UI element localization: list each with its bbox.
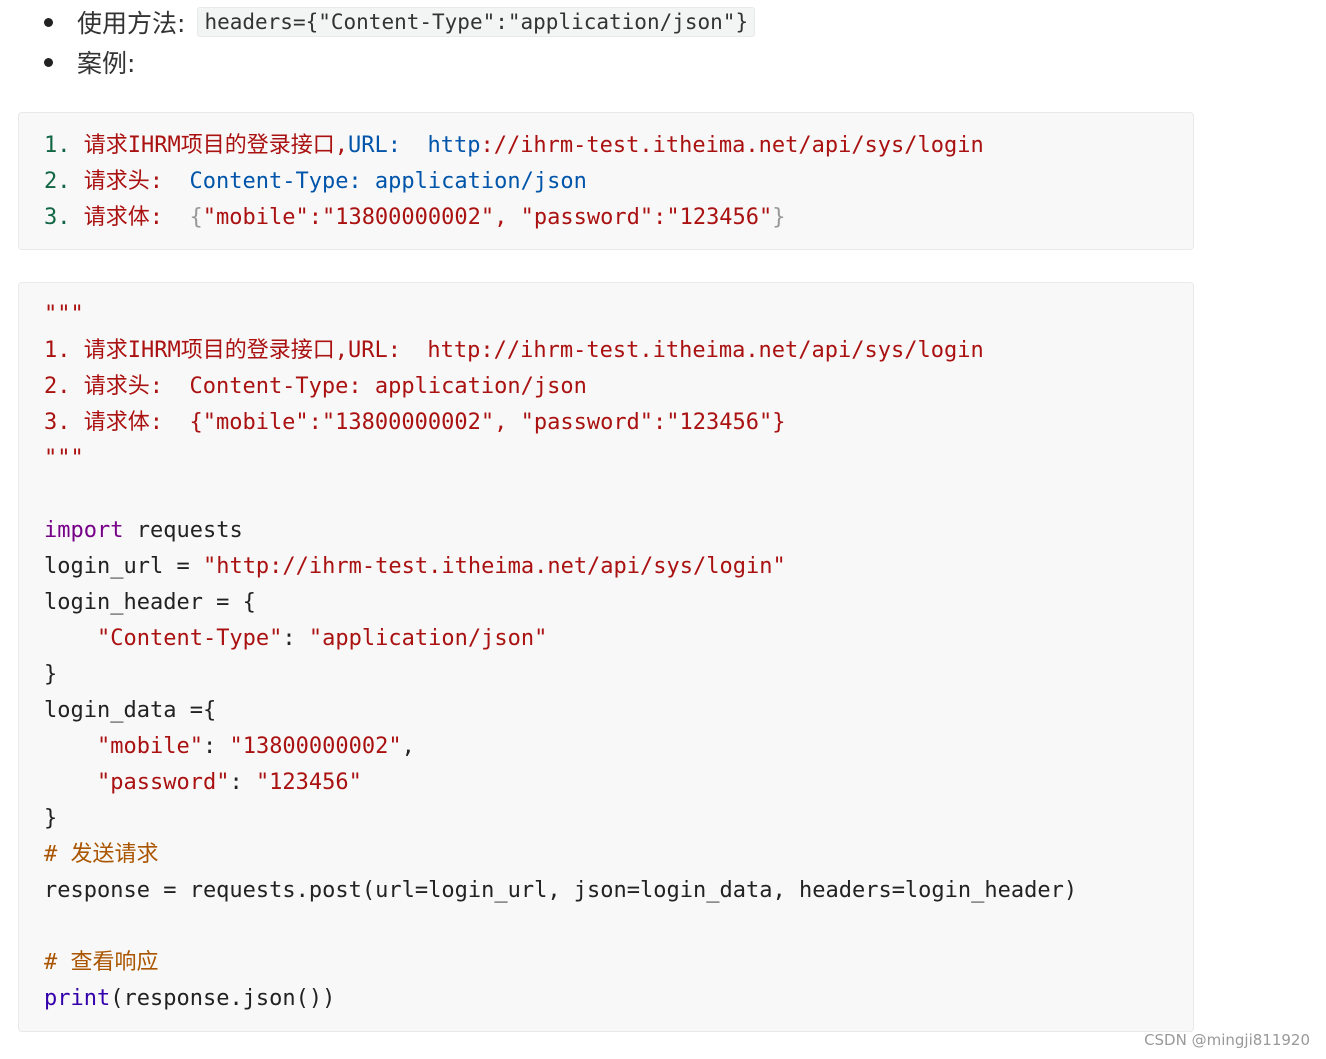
- code-line: 1. 请求IHRM项目的登录接口,URL: http://ihrm-test.i…: [44, 128, 984, 164]
- code-token: response = requests.post(url=login_url, …: [44, 878, 1078, 903]
- code-token: 2. 请求头: Content-Type: application/json: [44, 374, 587, 399]
- bullet-label-usage: 使用方法:: [77, 9, 186, 38]
- code-token: requests: [123, 518, 243, 543]
- bullet-label-example: 案例:: [77, 49, 136, 78]
- code-token: }: [44, 806, 58, 831]
- bullet-item-usage: 使用方法: headers={"Content-Type":"applicati…: [44, 2, 756, 42]
- code-token: 3.: [44, 205, 84, 230]
- code-token: URL:: [347, 133, 415, 158]
- code-token: Content-Type: application/json: [176, 169, 587, 194]
- code-token: 1.: [44, 133, 84, 158]
- code-token: 2.: [44, 169, 84, 194]
- code-line: login_data ={: [44, 693, 216, 729]
- code-token: 请求IHRM项目的登录接口,: [83, 133, 348, 158]
- bullet-item-example: 案例:: [44, 42, 135, 82]
- bullet-dot-icon: [44, 17, 53, 27]
- inline-code-headers: headers={"Content-Type":"application/jso…: [197, 7, 756, 37]
- code-line: print(response.json()): [44, 981, 335, 1017]
- code-line: 2. 请求头: Content-Type: application/json: [44, 164, 587, 200]
- code-token: "mobile":"13800000002", "password":"1234…: [202, 205, 773, 230]
- csdn-watermark: CSDN @mingji811920: [1144, 1031, 1310, 1049]
- code-line: "Content-Type": "application/json": [44, 621, 547, 657]
- code-token: # 查看响应: [44, 950, 159, 975]
- code-block-request-spec[interactable]: 1. 请求IHRM项目的登录接口,URL: http://ihrm-test.i…: [18, 112, 1194, 250]
- code-line: # 查看响应: [44, 945, 159, 981]
- code-token: http: [414, 133, 481, 158]
- code-line: login_header = {: [44, 585, 256, 621]
- code-line: """: [44, 441, 84, 477]
- code-line: "mobile": "13800000002",: [44, 729, 415, 765]
- code-line: 2. 请求头: Content-Type: application/json: [44, 369, 587, 405]
- code-line: # 发送请求: [44, 837, 159, 873]
- code-token: :: [202, 734, 230, 759]
- code-token: import: [44, 518, 124, 543]
- code-block-python-example[interactable]: """ 1. 请求IHRM项目的登录接口,URL: http://ihrm-tes…: [18, 282, 1194, 1032]
- code-line: 1. 请求IHRM项目的登录接口,URL: http://ihrm-test.i…: [44, 333, 984, 369]
- code-token: "password": [96, 770, 230, 795]
- code-token: ,: [401, 734, 415, 759]
- code-token: }: [772, 205, 786, 230]
- code-token: "13800000002": [229, 734, 402, 759]
- code-line: "password": "123456": [44, 765, 362, 801]
- code-token: (response.json()): [110, 986, 336, 1011]
- code-token: "application/json": [308, 626, 548, 651]
- code-token: """: [44, 446, 84, 471]
- code-token: print: [44, 986, 111, 1011]
- code-line: login_url = "http://ihrm-test.itheima.ne…: [44, 549, 786, 585]
- code-token: :: [229, 770, 256, 795]
- code-token: ://ihrm-test.itheima.net/api/sys/login: [480, 133, 984, 158]
- code-line: 3. 请求体: {"mobile":"13800000002", "passwo…: [44, 200, 786, 236]
- code-token: 请求体:: [83, 205, 177, 230]
- code-line: }: [44, 657, 57, 693]
- code-line: import requests: [44, 513, 243, 549]
- code-token: "http://ihrm-test.itheima.net/api/sys/lo…: [202, 554, 786, 579]
- code-line: 3. 请求体: {"mobile":"13800000002", "passwo…: [44, 405, 786, 441]
- code-line: """: [44, 297, 84, 333]
- code-token: login_data ={: [44, 698, 217, 723]
- code-line: response = requests.post(url=login_url, …: [44, 873, 1077, 909]
- code-token: 1. 请求IHRM项目的登录接口,URL: http://ihrm-test.i…: [44, 338, 984, 363]
- code-token: }: [44, 662, 58, 687]
- code-token: 3. 请求体: {"mobile":"13800000002", "passwo…: [44, 410, 786, 435]
- code-token: "123456": [255, 770, 362, 795]
- code-token: "mobile": [96, 734, 203, 759]
- code-token: login_url =: [44, 554, 203, 579]
- code-line: }: [44, 801, 57, 837]
- code-token: {: [176, 205, 203, 230]
- bullet-dot-icon: [44, 57, 53, 67]
- code-token: :: [282, 626, 309, 651]
- code-token: 请求头:: [83, 169, 177, 194]
- code-token: # 发送请求: [44, 842, 159, 867]
- code-token: """: [44, 302, 84, 327]
- code-token: login_header = {: [44, 590, 256, 615]
- code-token: "Content-Type": [96, 626, 283, 651]
